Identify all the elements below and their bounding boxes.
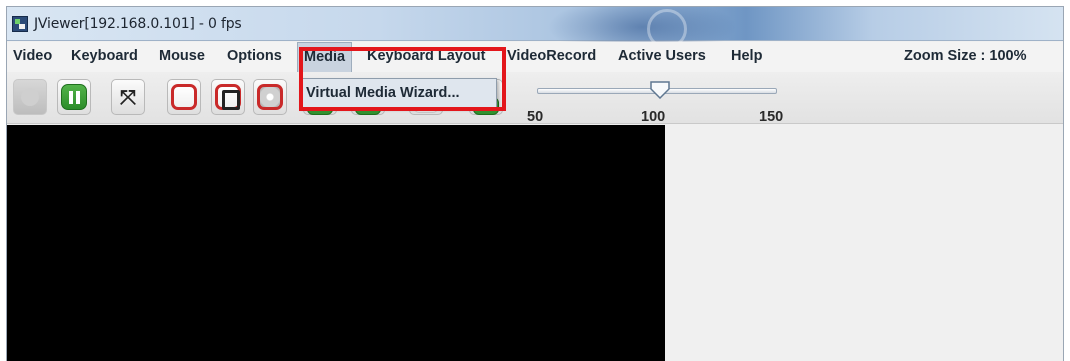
floppy-button[interactable] — [167, 79, 201, 115]
pause-icon — [61, 84, 87, 110]
cd-icon — [257, 84, 283, 110]
menu-video[interactable]: Video — [13, 48, 52, 64]
menu-videorecord[interactable]: VideoRecord — [507, 48, 596, 64]
window-title: JViewer[192.168.0.101] - 0 fps — [34, 16, 242, 32]
menu-options[interactable]: Options — [227, 48, 282, 64]
menu-item-virtual-media-wizard[interactable]: Virtual Media Wizard... — [306, 85, 460, 101]
play-icon — [21, 88, 39, 106]
cd-button[interactable] — [253, 79, 287, 115]
menu-keyboard-layout[interactable]: Keyboard Layout — [367, 48, 485, 64]
fullscreen-icon: ⤧ — [120, 85, 136, 109]
zoom-size-label: Zoom Size : 100% — [904, 48, 1027, 64]
fullscreen-button[interactable]: ⤧ — [111, 79, 145, 115]
zoom-tick-mid: 100 — [641, 109, 666, 125]
hard-disk-button[interactable] — [211, 79, 245, 115]
menu-active-users[interactable]: Active Users — [618, 48, 706, 64]
menu-keyboard[interactable]: Keyboard — [71, 48, 138, 64]
hard-disk-icon — [215, 84, 241, 110]
play-button[interactable] — [13, 79, 47, 115]
jviewer-window: JViewer[192.168.0.101] - 0 fps Video Key… — [6, 6, 1064, 361]
toolbar: ⤧ 50 100 150 — [7, 72, 1063, 125]
empty-panel — [665, 125, 1063, 361]
media-dropdown-menu: Virtual Media Wizard... — [299, 78, 497, 108]
pause-button[interactable] — [57, 79, 91, 115]
menu-mouse[interactable]: Mouse — [159, 48, 205, 64]
remote-video-screen[interactable] — [7, 125, 665, 361]
title-bar[interactable]: JViewer[192.168.0.101] - 0 fps — [7, 7, 1063, 57]
menu-help[interactable]: Help — [731, 48, 762, 64]
zoom-tick-min: 50 — [527, 109, 544, 125]
floppy-icon — [171, 84, 197, 110]
app-icon — [12, 16, 28, 32]
zoom-slider-thumb[interactable] — [649, 81, 671, 99]
zoom-tick-max: 150 — [759, 109, 784, 125]
menu-media[interactable]: Media — [297, 42, 353, 72]
menu-bar: Video Keyboard Mouse Options Media Keybo… — [7, 42, 1063, 72]
